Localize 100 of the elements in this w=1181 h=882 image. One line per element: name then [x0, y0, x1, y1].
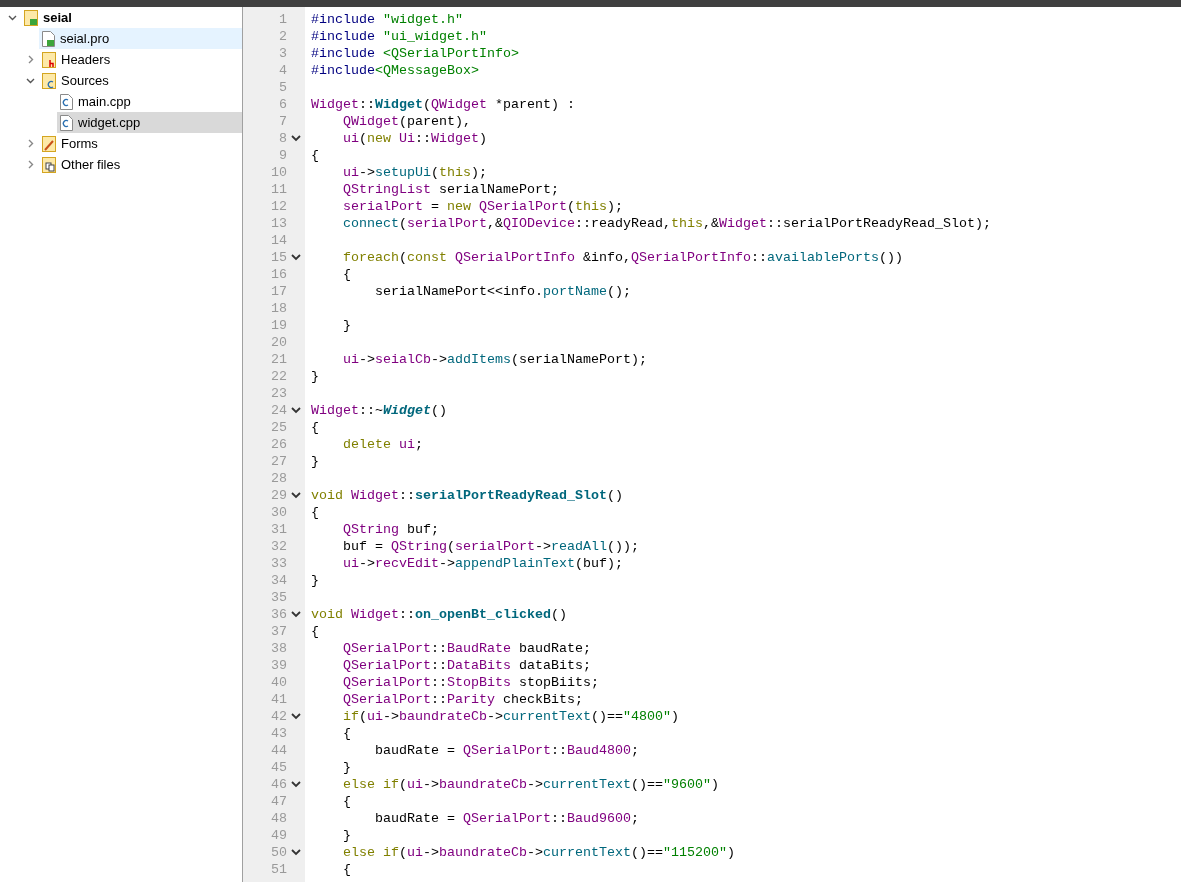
line-number: 14 — [271, 232, 287, 249]
line-number: 49 — [271, 827, 287, 844]
line-number: 44 — [271, 742, 287, 759]
code-line: { — [311, 147, 319, 164]
code-line: Widget::~Widget() — [311, 402, 447, 419]
code-line: ui->setupUi(this); — [342, 164, 487, 181]
code-line: baudRate = QSerialPort::Baud4800; — [374, 742, 639, 759]
fold-chevron-icon[interactable] — [291, 713, 301, 720]
code-line: } — [342, 317, 351, 334]
line-number: 15 — [271, 249, 287, 266]
line-number: 1 — [279, 11, 287, 28]
line-number: 16 — [271, 266, 287, 283]
project-file-icon — [42, 30, 55, 47]
code-line: Widget::Widget(QWidget *parent) : — [311, 96, 575, 113]
line-number: 35 — [271, 589, 287, 606]
line-number: 41 — [271, 691, 287, 708]
line-number: 24 — [271, 402, 287, 419]
line-number: 39 — [271, 657, 287, 674]
code-line: { — [311, 623, 319, 640]
code-line: { — [311, 504, 319, 521]
fold-chevron-icon[interactable] — [291, 781, 301, 788]
code-line: } — [342, 759, 351, 776]
code-line: #include<QMessageBox> — [311, 62, 479, 79]
code-line: foreach(const QSerialPortInfo &info,QSerialPortInfo::availablePorts()) — [342, 249, 903, 266]
line-number: 43 — [271, 725, 287, 742]
line-number: 3 — [279, 45, 287, 62]
cpp-file-icon — [60, 114, 73, 131]
project-folder-icon — [24, 9, 38, 26]
source-folder-icon — [42, 72, 56, 89]
line-number: 40 — [271, 674, 287, 691]
line-number: 10 — [271, 164, 287, 181]
fold-chevron-icon[interactable] — [291, 849, 301, 856]
code-line: ui->recvEdit->appendPlainText(buf); — [342, 555, 623, 572]
line-number: 9 — [279, 147, 287, 164]
line-number: 19 — [271, 317, 287, 334]
code-line: } — [342, 827, 351, 844]
line-number: 25 — [271, 419, 287, 436]
line-number: 27 — [271, 453, 287, 470]
fold-chevron-icon[interactable] — [291, 611, 301, 618]
code-line: QString buf; — [342, 521, 439, 538]
code-line: void Widget::serialPortReadyRead_Slot() — [311, 487, 623, 504]
fold-chevron-icon[interactable] — [291, 135, 301, 142]
chevron-right-icon[interactable] — [26, 139, 35, 148]
code-line: { — [342, 266, 351, 283]
line-number: 45 — [271, 759, 287, 776]
code-line: QSerialPort::Parity checkBits; — [342, 691, 583, 708]
code-line: #include "ui_widget.h" — [311, 28, 487, 45]
line-number: 8 — [279, 130, 287, 147]
line-number: 38 — [271, 640, 287, 657]
chevron-right-icon[interactable] — [26, 160, 35, 169]
code-line: { — [311, 419, 319, 436]
cpp-file-icon — [60, 93, 73, 110]
line-number: 51 — [271, 861, 287, 878]
code-line: delete ui; — [342, 436, 423, 453]
chevron-right-icon[interactable] — [26, 55, 35, 64]
tree-item[interactable]: seial — [21, 7, 242, 28]
line-number: 30 — [271, 504, 287, 521]
line-number: 34 — [271, 572, 287, 589]
fold-chevron-icon[interactable] — [291, 407, 301, 414]
tree-item[interactable]: seial.pro — [39, 28, 242, 49]
tree-item[interactable]: Headers — [39, 49, 242, 70]
line-number: 2 — [279, 28, 287, 45]
line-number: 21 — [271, 351, 287, 368]
line-number: 31 — [271, 521, 287, 538]
code-line: { — [342, 861, 351, 878]
code-line: } — [311, 368, 319, 385]
code-line: buf = QString(serialPort->readAll()); — [342, 538, 639, 555]
code-line: } — [311, 572, 319, 589]
fold-chevron-icon[interactable] — [291, 492, 301, 499]
line-number: 7 — [279, 113, 287, 130]
line-number: 26 — [271, 436, 287, 453]
tree-item[interactable]: widget.cpp — [57, 112, 242, 133]
line-number: 4 — [279, 62, 287, 79]
files-folder-icon — [42, 156, 56, 173]
tree-item[interactable]: Sources — [39, 70, 242, 91]
tree-item[interactable]: main.cpp — [57, 91, 242, 112]
code-line: else if(ui->baundrateCb->currentText()=="9600") — [342, 776, 719, 793]
code-line: #include <QSerialPortInfo> — [311, 45, 519, 62]
tree-item[interactable]: Forms — [39, 133, 242, 154]
header-folder-icon — [42, 51, 56, 68]
code-line: QSerialPort::BaudRate baudRate; — [342, 640, 591, 657]
code-line: { — [342, 793, 351, 810]
line-number: 13 — [271, 215, 287, 232]
line-number: 42 — [271, 708, 287, 725]
tree-item[interactable]: Other files — [39, 154, 242, 175]
code-line: QSerialPort::DataBits dataBits; — [342, 657, 591, 674]
code-line: connect(serialPort,&QIODevice::readyRead,this,&Widget::serialPortReadyRead_Slot); — [342, 215, 991, 232]
chevron-down-icon[interactable] — [8, 13, 17, 22]
code-line: baudRate = QSerialPort::Baud9600; — [374, 810, 639, 827]
line-number: 20 — [271, 334, 287, 351]
fold-chevron-icon[interactable] — [291, 254, 301, 261]
line-number: 48 — [271, 810, 287, 827]
code-line: #include "widget.h" — [311, 11, 463, 28]
chevron-down-icon[interactable] — [26, 76, 35, 85]
line-number: 28 — [271, 470, 287, 487]
line-number: 6 — [279, 96, 287, 113]
code-line: serialNamePort<<info.portName(); — [374, 283, 631, 300]
line-number: 29 — [271, 487, 287, 504]
code-line: } — [311, 453, 319, 470]
line-number: 50 — [271, 844, 287, 861]
